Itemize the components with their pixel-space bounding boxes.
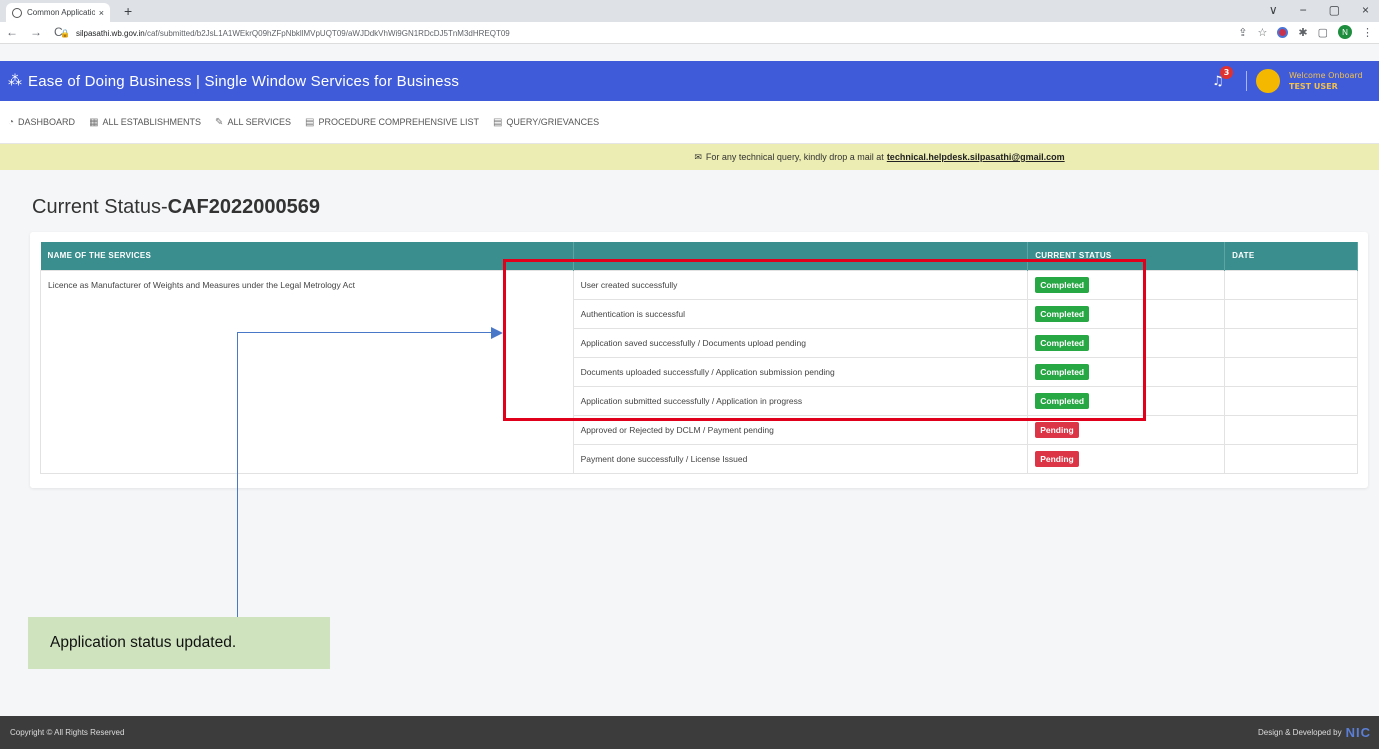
footer: Copyright © All Rights Reserved Design &… bbox=[0, 716, 1379, 749]
menu-item-all-services[interactable]: ✎ All Services bbox=[215, 117, 291, 128]
app-title: Ease of Doing Business | Single Window S… bbox=[28, 72, 460, 90]
menu-item-label: Procedure Comprehensive List bbox=[318, 117, 479, 127]
status-badge: Pending bbox=[1035, 450, 1079, 467]
menu-item-label: All Services bbox=[227, 117, 291, 127]
list-icon: ▤ bbox=[492, 116, 503, 128]
helpdesk-email-link[interactable]: technical.helpdesk.silpasathi@gmail.com bbox=[887, 152, 1065, 162]
network-logo-icon: ⁂ bbox=[8, 73, 22, 89]
step-text: Payment done successfully / License Issu… bbox=[572, 443, 1029, 474]
share-icon[interactable]: ⇪ bbox=[1238, 26, 1247, 39]
tab-title: Common Application Form Prev bbox=[27, 8, 95, 17]
profile-avatar[interactable]: N bbox=[1338, 25, 1352, 39]
developed-by-text: Design & Developed by bbox=[1258, 728, 1342, 737]
user-name: TEST USER bbox=[1289, 82, 1338, 91]
service-name: Licence as Manufacturer of Weights and M… bbox=[40, 269, 574, 474]
header-divider bbox=[1246, 71, 1247, 91]
notification-badge: 3 bbox=[1220, 66, 1233, 79]
window-controls: ∨ − ▢ × bbox=[1269, 3, 1369, 17]
developer-credit: Design & Developed by NIC bbox=[1258, 725, 1371, 740]
menu-item-procedure-list[interactable]: ▤ Procedure Comprehensive List bbox=[305, 117, 479, 128]
callout-line-horizontal bbox=[237, 332, 493, 333]
more-menu-icon[interactable]: ⋮ bbox=[1362, 26, 1373, 39]
browser-tab-bar: Common Application Form Prev × + ∨ − ▢ × bbox=[0, 0, 1379, 22]
lock-icon: 🔒 bbox=[60, 28, 70, 38]
tab-search-button[interactable]: ∨ bbox=[1269, 3, 1278, 17]
callout-line-vertical bbox=[237, 332, 238, 617]
menu-item-label: Dashboard bbox=[18, 117, 76, 127]
address-bar-row: ← → C 🔒 silpasathi.wb.gov.in /caf/submit… bbox=[0, 22, 1379, 44]
minimize-button[interactable]: − bbox=[1300, 3, 1307, 17]
menu-item-label: All Establishments bbox=[102, 117, 202, 127]
app-header: ⁂ Ease of Doing Business | Single Window… bbox=[0, 61, 1379, 101]
back-button[interactable]: ← bbox=[6, 25, 18, 39]
nic-logo: NIC bbox=[1345, 725, 1371, 740]
puzzle-icon[interactable]: ✱ bbox=[1298, 26, 1307, 39]
annotation-note: Application status updated. bbox=[28, 617, 330, 669]
main-menu: ◔ Dashboard ▦ All Establishments ✎ All S… bbox=[0, 101, 1379, 144]
date-cell bbox=[1224, 298, 1358, 329]
date-cell bbox=[1224, 443, 1358, 474]
new-tab-button[interactable]: + bbox=[124, 3, 132, 19]
gauge-icon: ◔ bbox=[8, 116, 15, 128]
status-cell: Pending bbox=[1027, 443, 1226, 474]
menu-item-dashboard[interactable]: ◔ Dashboard bbox=[8, 117, 75, 128]
column-header-date: DATE bbox=[1224, 242, 1358, 270]
wrench-icon: ✎ bbox=[215, 116, 224, 128]
forward-button[interactable]: → bbox=[30, 25, 42, 39]
welcome-text: Welcome Onboard bbox=[1289, 71, 1363, 80]
globe-icon bbox=[12, 7, 22, 18]
building-icon: ▦ bbox=[89, 116, 99, 128]
caf-number: CAF2022000569 bbox=[167, 196, 320, 218]
notice-text: For any technical query, kindly drop a m… bbox=[705, 152, 884, 162]
url-field[interactable]: 🔒 silpasathi.wb.gov.in /caf/submitted/b2… bbox=[60, 25, 510, 41]
status-badge: Pending bbox=[1035, 421, 1079, 438]
menu-item-query-grievances[interactable]: ▤ Query/Grievances bbox=[493, 117, 599, 128]
bookmark-star-icon[interactable]: ☆ bbox=[1258, 26, 1268, 39]
browser-tab[interactable]: Common Application Form Prev × bbox=[6, 3, 110, 22]
tab-close-button[interactable]: × bbox=[99, 8, 104, 18]
user-avatar[interactable] bbox=[1256, 69, 1280, 93]
copyright-text: Copyright © All Rights Reserved bbox=[10, 728, 125, 737]
column-header-services: NAME OF THE SERVICES bbox=[40, 242, 574, 270]
url-path: /caf/submitted/b2JsL1A1WEkrQ09hZFpNbkllM… bbox=[144, 28, 510, 38]
date-cell bbox=[1224, 269, 1358, 300]
menu-item-label: Query/Grievances bbox=[506, 117, 600, 127]
helpdesk-notice: ✉ For any technical query, kindly drop a… bbox=[0, 144, 1379, 170]
maximize-button[interactable]: ▢ bbox=[1329, 3, 1340, 17]
page-title: Current Status-CAF2022000569 bbox=[32, 196, 320, 219]
extension-icons: ⇪ ☆ ✱ ▢ N ⋮ bbox=[1238, 25, 1373, 39]
close-window-button[interactable]: × bbox=[1362, 3, 1369, 17]
date-cell bbox=[1224, 385, 1358, 416]
arrow-icon bbox=[491, 327, 503, 339]
list-icon: ▤ bbox=[304, 116, 315, 128]
record-extension-icon[interactable] bbox=[1277, 26, 1289, 38]
date-cell bbox=[1224, 356, 1358, 387]
page-title-prefix: Current Status- bbox=[32, 196, 168, 218]
url-host: silpasathi.wb.gov.in bbox=[75, 28, 145, 38]
mail-icon: ✉ bbox=[694, 151, 702, 162]
date-cell bbox=[1224, 327, 1358, 358]
user-info[interactable]: Welcome Onboard TEST USER bbox=[1289, 70, 1363, 92]
sidebar-icon[interactable]: ▢ bbox=[1318, 26, 1328, 39]
date-cell bbox=[1224, 414, 1358, 445]
menu-item-all-establishments[interactable]: ▦ All Establishments bbox=[89, 117, 201, 128]
nav-buttons: ← → C bbox=[6, 25, 63, 39]
highlight-box bbox=[503, 259, 1146, 421]
